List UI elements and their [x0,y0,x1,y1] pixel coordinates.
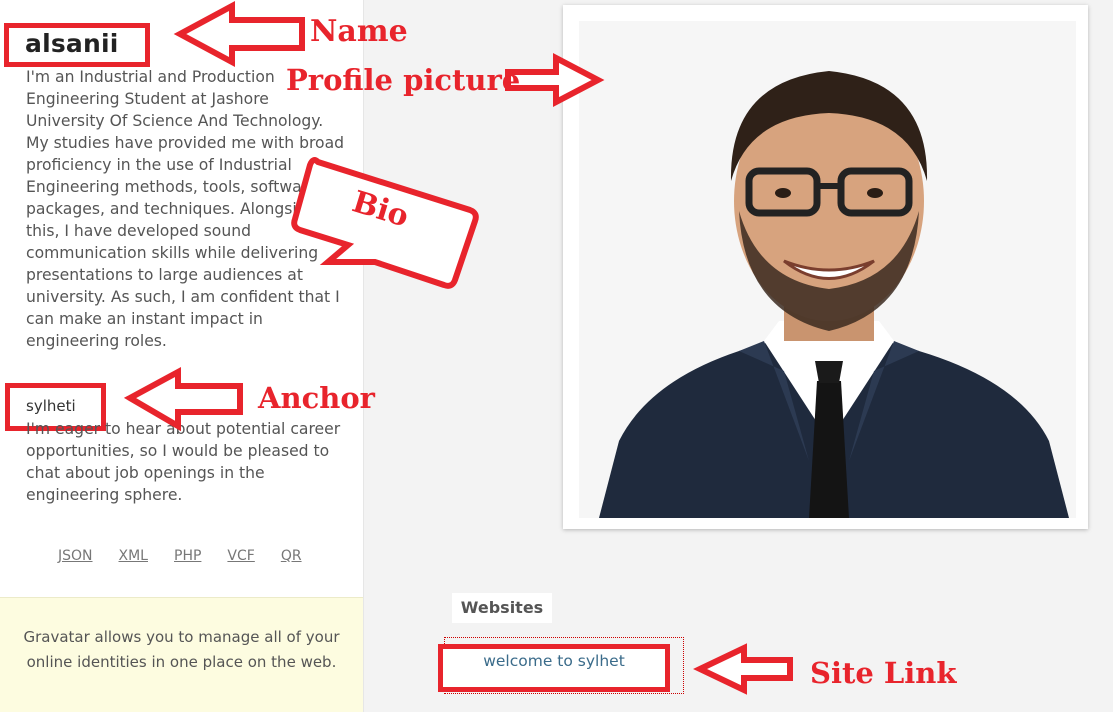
annotation-profile-picture: Profile picture [286,63,521,97]
annotation-overlay [123,0,793,695]
annotation-site-link: Site Link [810,656,957,690]
annotation-name: Name [310,14,408,49]
annotation-anchor: Anchor [258,381,375,415]
